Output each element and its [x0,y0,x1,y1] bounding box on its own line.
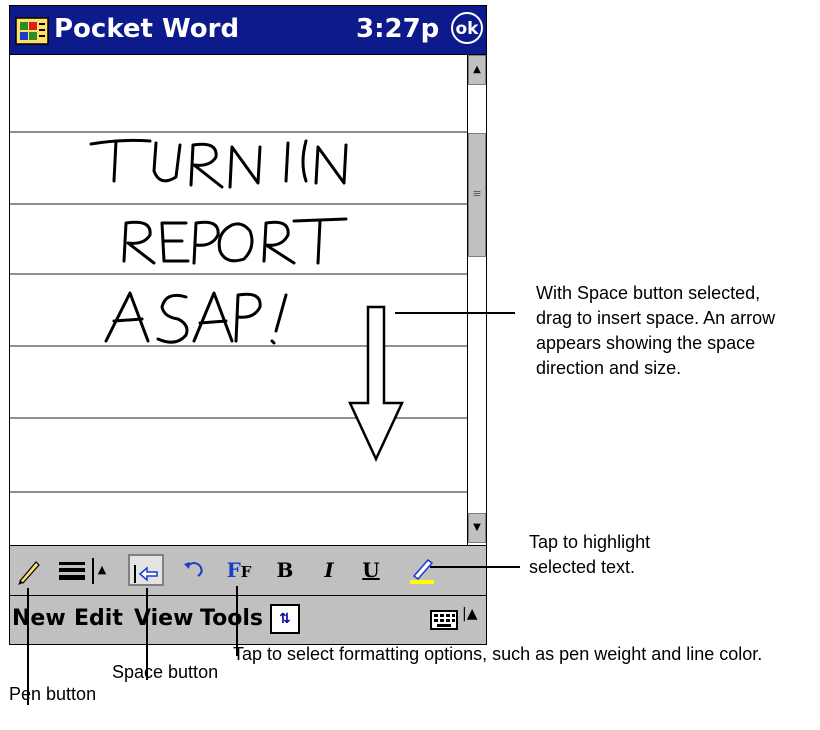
pen-icon[interactable] [14,554,42,586]
space-arrow-callout: With Space button selected, drag to inse… [536,281,816,381]
toolbar-separator [92,558,94,584]
menu-bar: New Edit View Tools ⇅ |▲ [9,595,487,645]
handwritten-note[interactable] [10,55,467,545]
ok-button[interactable]: ok [451,12,483,44]
scroll-up-arrow-icon[interactable]: ▲ [468,55,486,85]
callout-line-text: selected text. [529,557,636,577]
menu-view[interactable]: View [134,606,193,631]
input-toggle-icon[interactable]: ⇅ [270,604,300,634]
toolbar-expand-icon[interactable]: ▲ [96,554,108,586]
pen-button-callout: Pen button [9,684,97,704]
callout-line-text: direction and size. [536,358,682,378]
scroll-down-arrow-icon[interactable]: ▼ [468,513,486,543]
document-area[interactable] [9,55,467,545]
callout-line-text: appears showing the space [536,333,756,353]
line-weight-icon[interactable] [56,554,88,586]
callout-line-text: drag to insert space. An arrow [536,308,776,328]
input-menu-arrow-icon[interactable]: |▲ [462,606,477,622]
ink-toolbar: ▲ FF B I U [9,545,487,595]
clock[interactable]: 3:27p [356,14,439,44]
underline-button[interactable]: U [360,554,382,586]
pocket-word-app-icon[interactable] [15,16,49,46]
callout-line-space [395,312,515,314]
menu-new[interactable]: New [12,606,66,631]
title-bar: Pocket Word 3:27p ok [9,5,487,55]
format-icon[interactable]: FF [222,554,256,586]
app-title: Pocket Word [54,14,240,44]
menu-tools[interactable]: Tools [200,606,263,631]
vertical-scrollbar[interactable]: ▲ ≡ ▼ [467,55,487,545]
bold-button[interactable]: B [274,554,296,586]
keyboard-icon[interactable] [430,610,458,630]
undo-icon[interactable] [180,554,210,586]
space-button[interactable] [128,554,164,586]
pocket-word-window: Pocket Word 3:27p ok ▲ ≡ ▼ ▲ FF B I U Ne… [9,5,487,645]
menu-edit[interactable]: Edit [74,606,123,631]
highlighter-icon[interactable] [406,554,438,586]
highlight-callout: Tap to highlight selected text. [529,530,789,580]
italic-button[interactable]: I [318,554,340,586]
scroll-thumb[interactable]: ≡ [468,133,486,257]
callout-line-highlight [430,566,520,568]
callout-line-text: With Space button selected, [536,283,761,303]
format-callout: Tap to select formatting options, such a… [233,644,763,664]
space-insert-arrow [348,305,404,462]
space-insert-icon [134,564,158,583]
callout-line-text: Tap to highlight [529,532,651,552]
space-button-callout: Space button [112,662,219,682]
